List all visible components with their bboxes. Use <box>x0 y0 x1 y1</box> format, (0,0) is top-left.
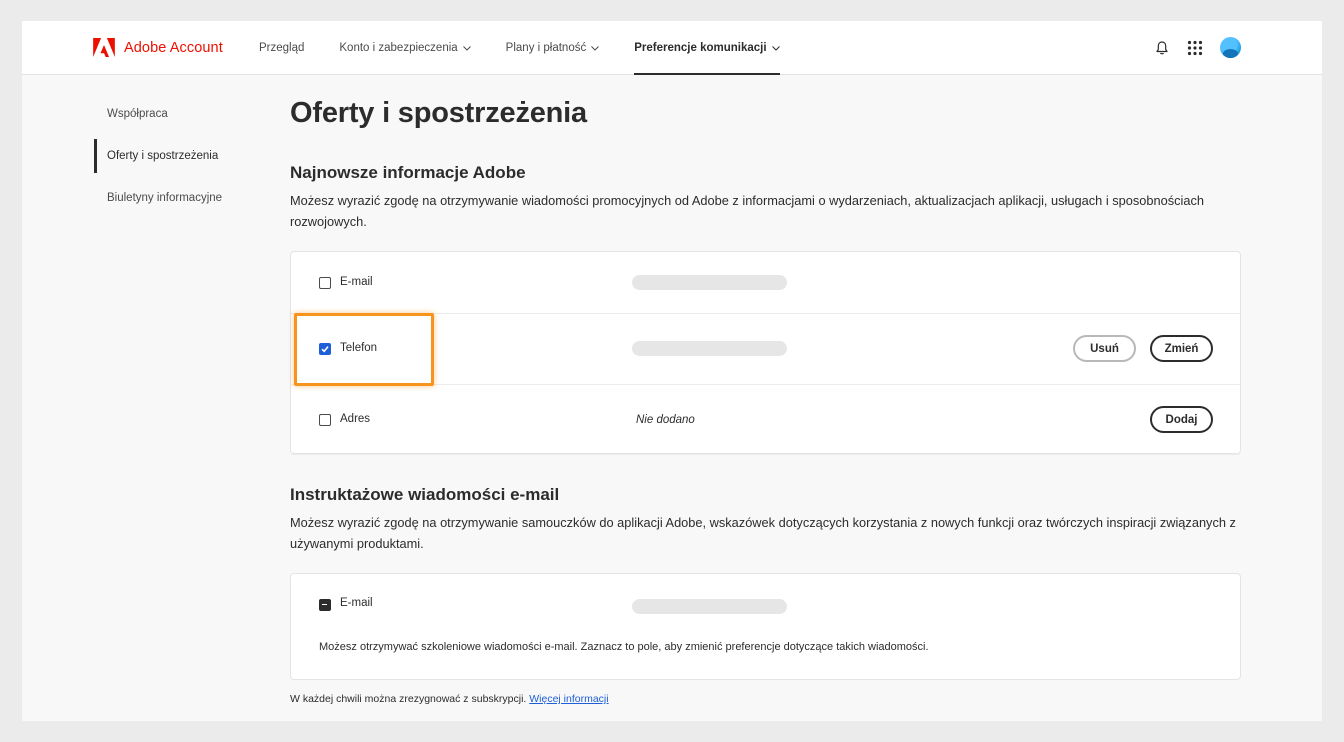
instructional-email-note: Możesz otrzymywać szkoleniowe wiadomości… <box>319 641 929 653</box>
nav-item-label: Plany i płatność <box>505 42 587 54</box>
change-phone-button[interactable]: Zmień <box>1150 335 1213 362</box>
phone-label: Telefon <box>340 342 378 354</box>
sidebar-item-offers-insights[interactable]: Oferty i spostrzeżenia <box>94 139 244 173</box>
chevron-down-icon <box>462 45 471 51</box>
email-row: E-mail <box>291 252 1240 314</box>
checkmark-icon <box>320 345 329 352</box>
address-checkbox[interactable] <box>319 414 331 426</box>
section-description-instructional-emails: Możesz wyrazić zgodę na otrzymywanie sam… <box>290 515 1236 551</box>
email-checkbox[interactable] <box>319 277 331 289</box>
address-value: Nie dodano <box>636 414 695 426</box>
sidebar-item-label: Biuletyny informacyjne <box>107 192 223 204</box>
instructional-email-label: E-mail <box>340 597 373 609</box>
section-description-adobe-updates: Możesz wyrazić zgodę na otrzymywanie wia… <box>290 193 1204 229</box>
adobe-logo-icon <box>93 38 115 57</box>
header-actions <box>1154 37 1241 58</box>
phone-checkbox[interactable] <box>319 343 331 355</box>
avatar[interactable] <box>1220 37 1241 58</box>
email-label: E-mail <box>340 276 373 288</box>
bell-icon[interactable] <box>1154 40 1170 56</box>
nav-item-plans-payment[interactable]: Plany i płatność <box>506 21 600 75</box>
nav-item-overview[interactable]: Przegląd <box>259 21 304 75</box>
section-title-adobe-updates: Najnowsze informacje Adobe <box>290 163 526 182</box>
add-address-button[interactable]: Dodaj <box>1150 406 1213 433</box>
phone-value-placeholder <box>632 341 787 356</box>
brand-name: Adobe Account <box>124 39 223 56</box>
nav-item-label: Preferencje komunikacji <box>634 42 767 54</box>
brand[interactable]: Adobe Account <box>93 38 223 57</box>
remove-phone-button[interactable]: Usuń <box>1073 335 1136 362</box>
side-navigation: Współpraca Oferty i spostrzeżenia Biulet… <box>94 97 244 223</box>
chevron-down-icon <box>771 45 780 51</box>
page-title: Oferty i spostrzeżenia <box>290 97 587 129</box>
nav-item-communication-preferences[interactable]: Preferencje komunikacji <box>634 21 780 75</box>
address-row: Adres Nie dodano Dodaj <box>291 385 1240 455</box>
nav-item-label: Konto i zabezpieczenia <box>339 42 458 54</box>
sidebar-item-newsletters[interactable]: Biuletyny informacyjne <box>94 181 244 215</box>
more-info-link[interactable]: Więcej informacji <box>529 693 608 705</box>
section-title-instructional-emails: Instruktażowe wiadomości e-mail <box>290 485 560 504</box>
sidebar-item-label: Współpraca <box>107 108 168 120</box>
top-navigation-bar: Adobe Account Przegląd Konto i zabezpiec… <box>22 21 1322 75</box>
sidebar-item-label: Oferty i spostrzeżenia <box>107 150 219 162</box>
nav-item-label: Przegląd <box>259 42 305 54</box>
nav-item-account-security[interactable]: Konto i zabezpieczenia <box>339 21 471 75</box>
footer-text: W każdej chwili można zrezygnować z subs… <box>290 693 527 705</box>
chevron-down-icon <box>591 45 600 51</box>
phone-row: Telefon Usuń Zmień <box>291 314 1240 385</box>
instructional-email-placeholder <box>632 599 787 614</box>
app-frame: Adobe Account Przegląd Konto i zabezpiec… <box>22 21 1322 721</box>
instructional-email-checkbox[interactable] <box>319 599 331 611</box>
adobe-updates-card: E-mail Telefon Usuń Zmień Adres Nie doda… <box>290 251 1241 455</box>
apps-grid-icon[interactable] <box>1187 40 1203 56</box>
instructional-emails-card: E-mail Możesz otrzymywać szkoleniowe wia… <box>290 573 1241 680</box>
sidebar-item-collaboration[interactable]: Współpraca <box>94 97 244 131</box>
email-value-placeholder <box>632 275 787 290</box>
main-nav: Przegląd Konto i zabezpieczenia Plany i … <box>259 21 815 75</box>
footer-note: W każdej chwili można zrezygnować z subs… <box>290 693 609 705</box>
address-label: Adres <box>340 413 371 425</box>
